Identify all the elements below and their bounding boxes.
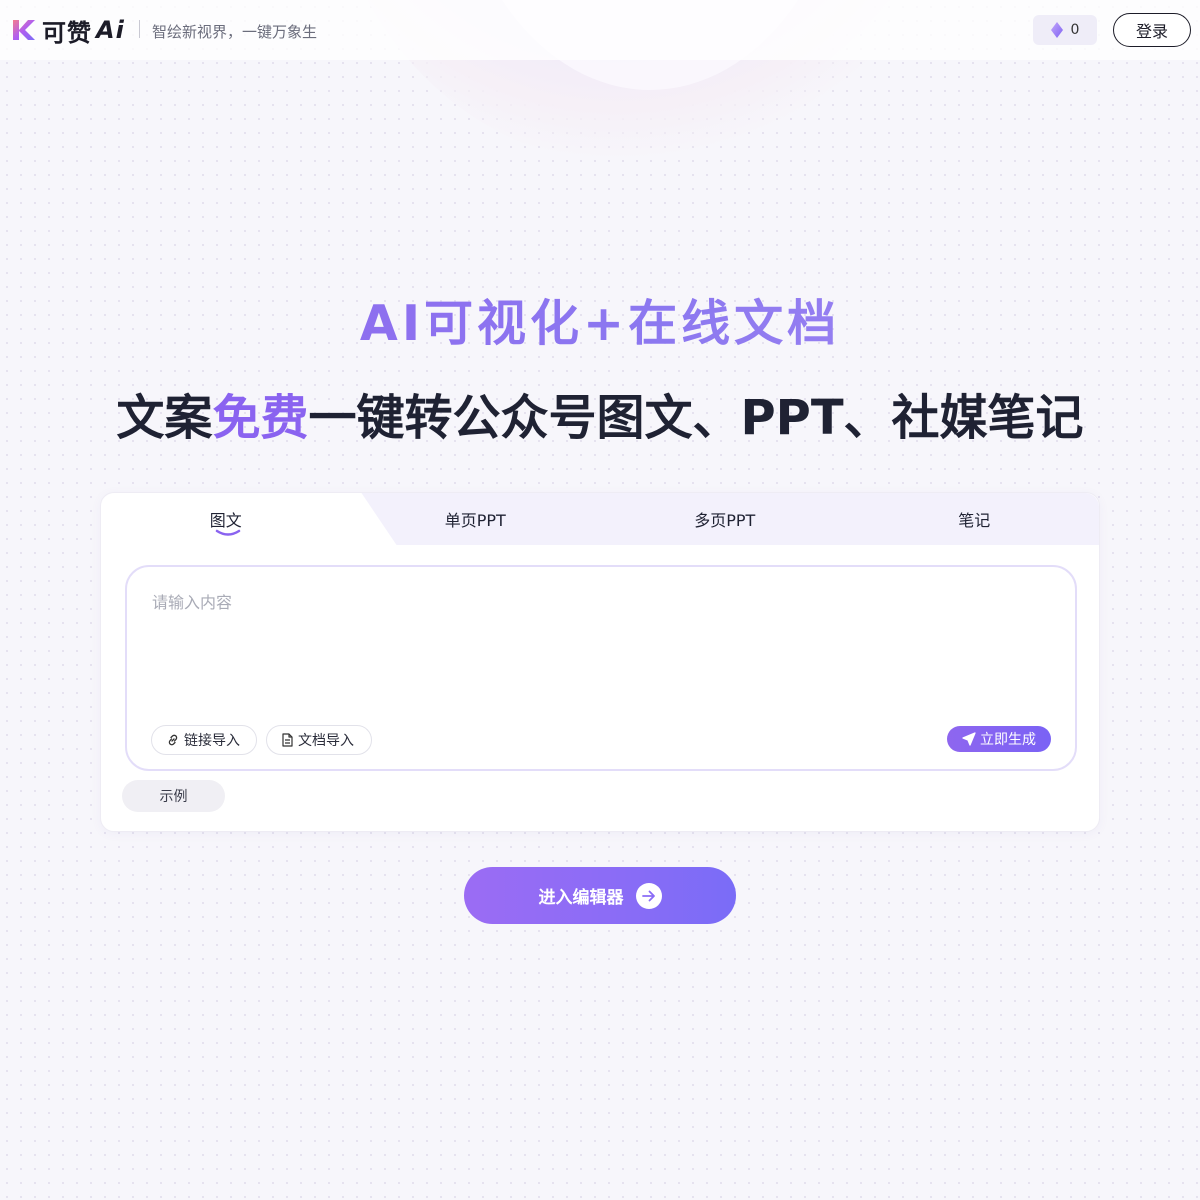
generator-card: 图文 单页PPT 多页PPT 笔记 请输入内容 链接导入 文档导入 立即生成 示… xyxy=(100,492,1100,832)
logo-mark-icon xyxy=(13,20,35,40)
hero-subtitle-prefix: 文案 xyxy=(116,390,213,446)
brand-name: 可赞 xyxy=(42,18,92,47)
tab-multi-ppt[interactable]: 多页PPT xyxy=(600,493,850,545)
document-icon xyxy=(282,733,293,747)
points-value: 0 xyxy=(1070,22,1080,38)
send-icon xyxy=(962,732,976,746)
generate-button[interactable]: 立即生成 xyxy=(947,726,1051,752)
content-input-placeholder: 请输入内容 xyxy=(152,593,233,612)
diamond-icon xyxy=(1050,22,1063,38)
hero-title: AI可视化+在线文档 xyxy=(0,284,1200,355)
link-import-label: 链接导入 xyxy=(184,733,240,749)
link-icon xyxy=(168,734,178,746)
enter-editor-button[interactable]: 进入编辑器 xyxy=(464,867,736,924)
arrow-right-icon xyxy=(635,882,662,909)
doc-import-button[interactable]: 文档导入 xyxy=(266,725,372,755)
tab-bar: 图文 单页PPT 多页PPT 笔记 xyxy=(101,493,1099,545)
tab-label: 笔记 xyxy=(958,511,991,530)
tab-article[interactable]: 图文 xyxy=(101,493,351,545)
tab-label: 图文 xyxy=(209,511,242,530)
header-divider xyxy=(139,20,140,38)
link-import-button[interactable]: 链接导入 xyxy=(151,725,257,755)
top-bar: 可赞 Ai 智绘新视界，一键万象生 0 登录 xyxy=(0,0,1200,60)
generate-label: 立即生成 xyxy=(980,732,1036,748)
brand-logo[interactable]: 可赞 Ai xyxy=(10,14,125,47)
hero-subtitle-suffix: 一键转公众号图文、PPT、社媒笔记 xyxy=(308,390,1084,446)
brand-suffix: Ai xyxy=(96,16,125,44)
tab-label: 单页PPT xyxy=(444,511,506,530)
points-badge[interactable]: 0 xyxy=(1033,15,1097,45)
enter-editor-label: 进入编辑器 xyxy=(538,888,624,908)
login-button[interactable]: 登录 xyxy=(1113,13,1191,47)
example-button[interactable]: 示例 xyxy=(122,780,225,812)
content-input[interactable]: 请输入内容 链接导入 文档导入 立即生成 xyxy=(125,565,1077,771)
tab-label: 多页PPT xyxy=(694,511,756,530)
hero-subtitle: 文案免费一键转公众号图文、PPT、社媒笔记 xyxy=(0,378,1200,448)
doc-import-label: 文档导入 xyxy=(298,733,354,749)
tab-notes[interactable]: 笔记 xyxy=(850,493,1100,545)
slogan: 智绘新视界，一键万象生 xyxy=(152,23,318,41)
hero-subtitle-accent: 免费 xyxy=(212,390,309,446)
